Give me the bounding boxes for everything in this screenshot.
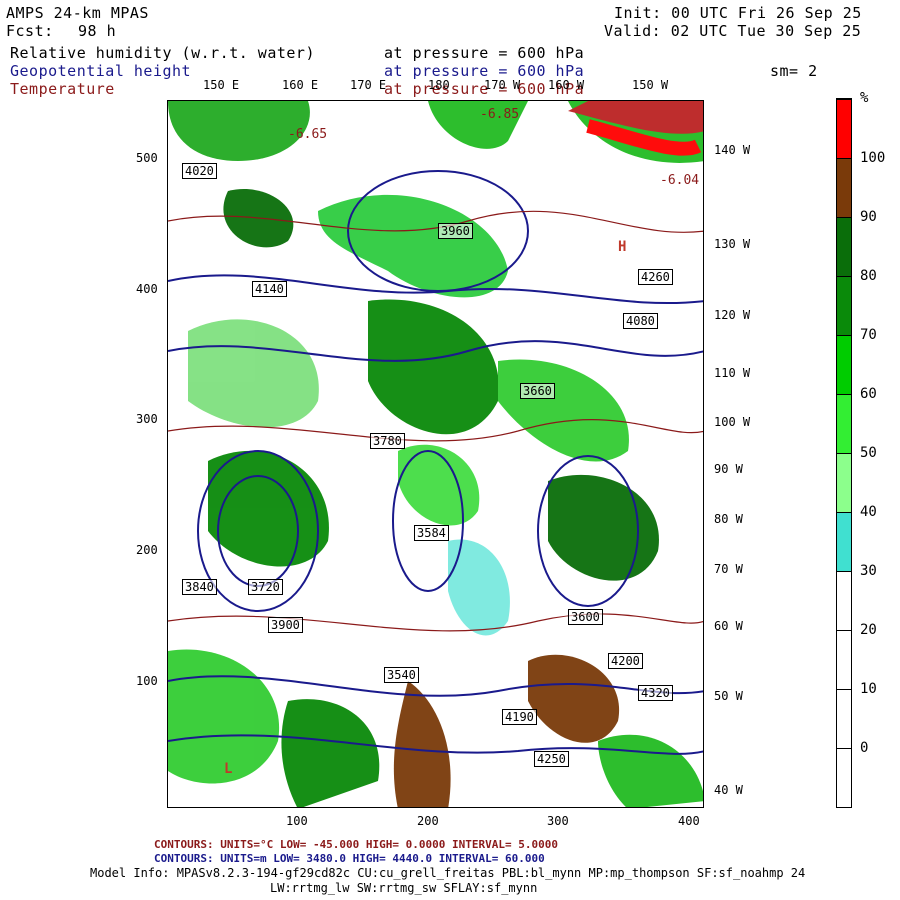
colorbar-label: 40 — [860, 504, 877, 520]
height-label: 4190 — [502, 709, 537, 725]
lon-label-top: 150 W — [632, 78, 669, 92]
y-tick-label: 300 — [136, 412, 158, 426]
height-label: 3780 — [370, 433, 405, 449]
height-label: 3840 — [182, 579, 217, 595]
height-label: 4200 — [608, 653, 643, 669]
weather-map: 4020 4260 4140 4080 3960 3840 3720 3900 … — [167, 100, 704, 808]
colorbar-segment — [837, 453, 851, 512]
lon-label-right: 130 W — [714, 237, 751, 251]
colorbar-segment — [837, 217, 851, 276]
height-label: 4080 — [623, 313, 658, 329]
lon-label-right: 110 W — [714, 366, 751, 380]
height-label: 3960 — [438, 223, 473, 239]
colorbar-segment — [837, 99, 851, 158]
lon-label-right: 40 W — [714, 783, 743, 797]
lon-label-right: 90 W — [714, 462, 743, 476]
field-height: Geopotential height — [10, 62, 192, 80]
height-contour-info: CONTOURS: UNITS=m LOW= 3480.0 HIGH= 4440… — [154, 852, 545, 865]
model-info-physics: LW:rrtmg_lw SW:rrtmg_sw SFLAY:sf_mynn — [270, 881, 538, 895]
colorbar-segment — [837, 158, 851, 217]
colorbar-label: 70 — [860, 327, 877, 343]
height-label: 4320 — [638, 685, 673, 701]
colorbar-label: 100 — [860, 150, 886, 166]
temperature-label: -6.85 — [480, 107, 520, 122]
lon-label-top: 150 E — [203, 78, 240, 92]
colorbar-label: 90 — [860, 209, 877, 225]
height-label: 4250 — [534, 751, 569, 767]
colorbar-label: 0 — [860, 740, 869, 756]
lon-label-right: 140 W — [714, 143, 751, 157]
colorbar-segment — [837, 512, 851, 571]
field-rh-level: at pressure = 600 hPa — [384, 44, 585, 62]
lon-label-right: 100 W — [714, 415, 751, 429]
colorbar-segment — [837, 571, 851, 630]
lon-label-right: 80 W — [714, 512, 743, 526]
lon-label-right: 60 W — [714, 619, 743, 633]
lon-label-top: 160 E — [282, 78, 319, 92]
valid-time: Valid: 02 UTC Tue 30 Sep 25 — [604, 22, 862, 40]
colorbar-label: 50 — [860, 445, 877, 461]
y-tick-label: 400 — [136, 282, 158, 296]
forecast-label: Fcst: — [6, 22, 54, 40]
lon-label-right: 50 W — [714, 689, 743, 703]
height-label: 3584 — [414, 525, 449, 541]
height-label: 3720 — [248, 579, 283, 595]
y-tick-label: 500 — [136, 151, 158, 165]
colorbar-segment — [837, 335, 851, 394]
lon-label-top: 160 W — [548, 78, 585, 92]
temperature-label: -6.04 — [660, 173, 700, 188]
field-rh: Relative humidity (w.r.t. water) — [10, 44, 315, 62]
colorbar-segment — [837, 276, 851, 335]
y-tick-label: 100 — [136, 674, 158, 688]
colorbar-label: 60 — [860, 386, 877, 402]
colorbar-segment — [837, 630, 851, 689]
map-canvas — [168, 101, 703, 807]
colorbar-label: 10 — [860, 681, 877, 697]
x-tick-label: 100 — [286, 814, 308, 828]
lon-label-top: 170 W — [484, 78, 521, 92]
temperature-label: -6.65 — [288, 127, 328, 142]
lon-label-right: 70 W — [714, 562, 743, 576]
forecast-hour: 98 h — [78, 22, 117, 40]
model-info: Model Info: MPASv8.2.3-194-gf29cd82c CU:… — [90, 866, 806, 880]
height-label: 4020 — [182, 163, 217, 179]
colorbar-segment — [837, 748, 851, 807]
temperature-contour-info: CONTOURS: UNITS=°C LOW= -45.000 HIGH= 0.… — [154, 838, 558, 851]
lon-label-right: 120 W — [714, 308, 751, 322]
colorbar-label: 20 — [860, 622, 877, 638]
model-title: AMPS 24-km MPAS — [6, 4, 149, 22]
height-label: 4260 — [638, 269, 673, 285]
colorbar-label: 80 — [860, 268, 877, 284]
height-label: 3540 — [384, 667, 419, 683]
low-pressure-marker: L — [224, 761, 233, 777]
height-label: 3600 — [568, 609, 603, 625]
smoothing-label: sm= 2 — [770, 62, 818, 80]
x-tick-label: 300 — [547, 814, 569, 828]
height-label: 4140 — [252, 281, 287, 297]
init-time: Init: 00 UTC Fri 26 Sep 25 — [614, 4, 862, 22]
y-tick-label: 200 — [136, 543, 158, 557]
lon-label-top: 180 — [428, 78, 450, 92]
colorbar-label: 30 — [860, 563, 877, 579]
colorbar-segment — [837, 689, 851, 748]
height-label: 3900 — [268, 617, 303, 633]
colorbar-segment — [837, 394, 851, 453]
colorbar-unit: % — [860, 90, 869, 106]
x-tick-label: 400 — [678, 814, 700, 828]
lon-label-top: 170 E — [350, 78, 387, 92]
field-temperature: Temperature — [10, 80, 115, 98]
x-tick-label: 200 — [417, 814, 439, 828]
high-pressure-marker: H — [618, 239, 627, 255]
height-label: 3660 — [520, 383, 555, 399]
colorbar — [836, 98, 852, 808]
